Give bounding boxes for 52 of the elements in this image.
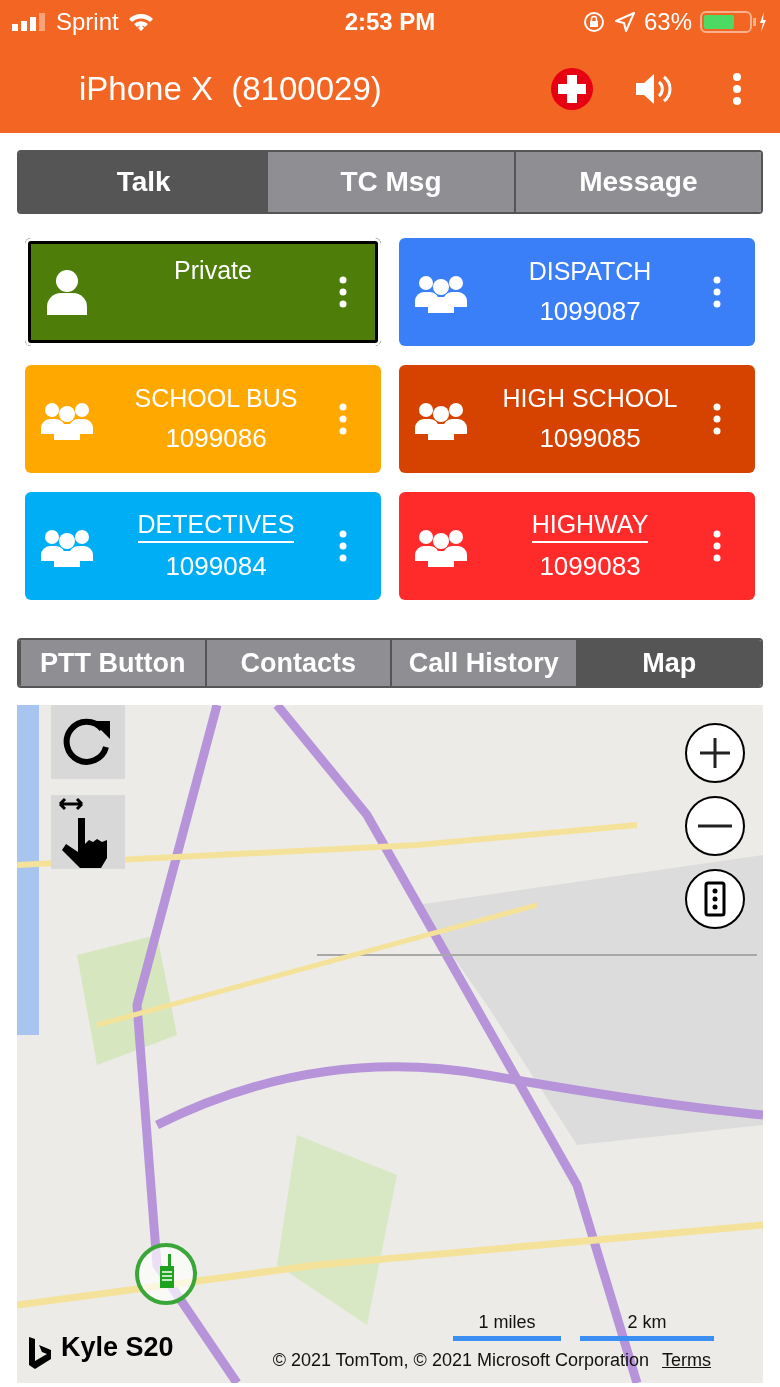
more-menu-icon[interactable] xyxy=(339,530,347,562)
signal-icon xyxy=(12,13,48,31)
battery-percent: 63% xyxy=(643,8,692,36)
minus-icon xyxy=(698,824,732,828)
battery-charging-icon xyxy=(700,10,768,34)
channel-name: HIGH SCHOOL xyxy=(502,384,678,414)
channel-number: 1099087 xyxy=(539,296,641,327)
user-label: Kyle S20 xyxy=(61,1332,174,1363)
more-menu-icon[interactable] xyxy=(713,276,721,308)
map-layers-icon xyxy=(704,881,726,917)
channel-number: 1099083 xyxy=(539,551,641,582)
more-menu-icon[interactable] xyxy=(339,276,347,308)
person-icon xyxy=(47,269,87,315)
channel-number: 1099084 xyxy=(165,551,267,582)
channel-card[interactable]: DISPATCH 1099087 xyxy=(399,238,755,346)
channel-number: 1099085 xyxy=(539,423,641,454)
more-menu-icon[interactable] xyxy=(713,530,721,562)
channel-name: DISPATCH xyxy=(528,257,652,287)
tab[interactable]: PTT Button xyxy=(19,640,205,686)
terms-link[interactable]: Terms xyxy=(662,1350,711,1371)
device-title: iPhone X (8100029) xyxy=(79,69,383,108)
tab[interactable]: Call History xyxy=(390,640,576,686)
plus-icon xyxy=(698,736,732,770)
carrier-name: Sprint xyxy=(56,8,119,36)
channel-card[interactable]: HIGH SCHOOL 1099085 xyxy=(399,365,755,473)
tab[interactable]: Contacts xyxy=(204,640,390,686)
channel-name: Private xyxy=(174,256,252,286)
channel-name: DETECTIVES xyxy=(137,510,295,543)
channel-name: SCHOOL BUS xyxy=(134,384,298,414)
channel-name: HIGHWAY xyxy=(531,510,649,543)
bing-logo-icon xyxy=(27,1335,53,1371)
more-menu-icon[interactable] xyxy=(713,403,721,435)
emergency-cross-icon[interactable] xyxy=(550,66,594,111)
scale-label: 2 km xyxy=(627,1312,667,1333)
refresh-button[interactable] xyxy=(51,705,125,779)
clock-time: 2:53 PM xyxy=(344,8,436,36)
channel-number: 1099086 xyxy=(165,423,267,454)
channel-card[interactable]: DETECTIVES 1099084 xyxy=(25,492,381,600)
copyright-text: © 2021 TomTom, © 2021 Microsoft Corporation xyxy=(272,1350,649,1371)
channel-card[interactable]: Private xyxy=(25,238,381,346)
radio-marker-icon xyxy=(134,1242,198,1306)
location-arrow-icon xyxy=(613,11,636,33)
tab[interactable]: TC Msg xyxy=(266,152,514,212)
scale-label: 1 miles xyxy=(478,1312,536,1333)
more-menu-icon[interactable] xyxy=(732,71,742,106)
channel-card[interactable]: SCHOOL BUS 1099086 xyxy=(25,365,381,473)
tab[interactable]: Map xyxy=(575,640,761,686)
pan-button[interactable] xyxy=(51,795,125,869)
tab[interactable]: Talk xyxy=(19,152,267,212)
channel-card[interactable]: HIGHWAY 1099083 xyxy=(399,492,755,600)
tab[interactable]: Message xyxy=(513,152,761,212)
rotation-lock-icon xyxy=(581,10,606,34)
